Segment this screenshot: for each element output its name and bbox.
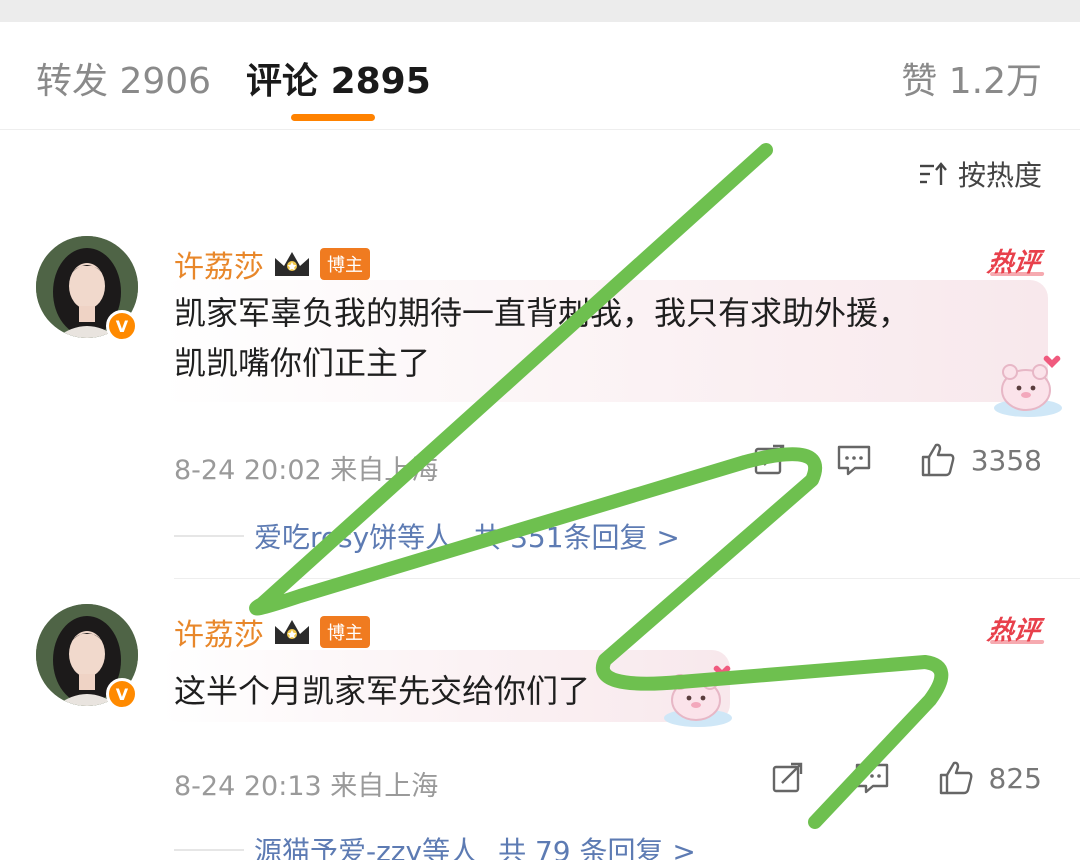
author-badge: 博主: [320, 616, 370, 648]
hot-comment-label: 热评: [985, 248, 1042, 278]
comment-text[interactable]: 这半个月凯家军先交给你们了: [174, 666, 734, 716]
like-icon[interactable]: [919, 442, 957, 478]
verified-badge: V: [106, 678, 138, 710]
share-icon[interactable]: [751, 442, 789, 478]
replies-link[interactable]: 爱吃rosy饼等人 共 351条回复 >: [174, 516, 680, 556]
comment-location: 来自上海: [330, 771, 439, 802]
comment-text[interactable]: 凯家军辜负我的期待一直背刺我，我只有求助外援， 凯凯嘴你们正主了: [174, 288, 1004, 388]
share-icon[interactable]: [769, 760, 807, 796]
sort-icon: [919, 162, 947, 185]
tab-repost-count: 2906: [119, 61, 212, 102]
comment-actions: 3358: [705, 442, 1042, 478]
hot-comment-tag: 热评: [985, 242, 1045, 279]
comment-time: 8-24 20:13: [174, 771, 322, 802]
hot-comment-label: 热评: [985, 616, 1042, 646]
active-tab-indicator: [291, 114, 375, 121]
comment-meta: 8-24 20:13 来自上海: [174, 764, 438, 803]
sort-label: 按热度: [957, 159, 1042, 192]
tab-like[interactable]: 赞 1.2万: [901, 52, 1042, 104]
bear-sticker-icon: [664, 665, 732, 727]
replies-link[interactable]: 源猫予爱-zzy等人 共 79 条回复 >: [174, 830, 696, 860]
reply-dash: [174, 535, 244, 537]
tab-repost-label: 转发: [36, 61, 109, 102]
hot-comment-tag: 热评: [985, 610, 1045, 647]
comment-text-line: 凯凯嘴你们正主了: [174, 344, 431, 382]
comment-time: 8-24 20:02: [174, 455, 322, 486]
comment-divider: [174, 578, 1080, 579]
reply-dash: [174, 849, 244, 851]
verified-badge: V: [106, 310, 138, 342]
crown-icon: [275, 252, 309, 276]
status-strip: [0, 0, 1080, 22]
comment-actions: 825: [723, 760, 1042, 796]
comment-item: V 许荔莎 博主 热评 凯家军辜负我的期待一直背刺我，我只有求助外援， 凯凯嘴你…: [0, 236, 1080, 576]
comment-text-line: 这半个月凯家军先交给你们了: [174, 672, 591, 710]
tab-comment[interactable]: 评论 2895: [246, 52, 431, 104]
username[interactable]: 许荔莎: [174, 610, 264, 654]
reply-names: 爱吃rosy饼等人: [254, 521, 454, 554]
tab-bar: 转发 2906 评论 2895 赞 1.2万: [0, 22, 1080, 130]
comment-meta: 8-24 20:02 来自上海: [174, 448, 438, 487]
comment-icon[interactable]: [853, 760, 891, 796]
comment-icon[interactable]: [835, 442, 873, 478]
reply-names: 源猫予爱-zzy等人: [254, 835, 479, 860]
like-count: 825: [988, 761, 1042, 795]
author-row: 许荔莎 博主: [174, 610, 370, 654]
tab-repost[interactable]: 转发 2906: [36, 52, 211, 104]
tab-like-label: 赞: [901, 61, 938, 102]
crown-icon: [275, 620, 309, 644]
reply-count: 共 79 条回复 >: [498, 835, 696, 860]
comment-location: 来自上海: [330, 455, 439, 486]
comment-text-line: 凯家军辜负我的期待一直背刺我，我只有求助外援，: [174, 294, 911, 332]
bear-sticker-icon: [994, 355, 1062, 417]
tab-comment-label: 评论: [246, 61, 319, 102]
like-icon[interactable]: [937, 760, 975, 796]
comment-item: V 许荔莎 博主 热评 这半个月凯家军先交给你们了 8-24 20:13 来自上…: [0, 604, 1080, 860]
sort-button[interactable]: 按热度: [918, 154, 1042, 194]
reply-count: 共 351条回复 >: [473, 521, 680, 554]
tab-like-count: 1.2万: [948, 61, 1042, 102]
like-count: 3358: [970, 443, 1042, 477]
author-badge: 博主: [320, 248, 370, 280]
tab-comment-count: 2895: [330, 61, 431, 102]
